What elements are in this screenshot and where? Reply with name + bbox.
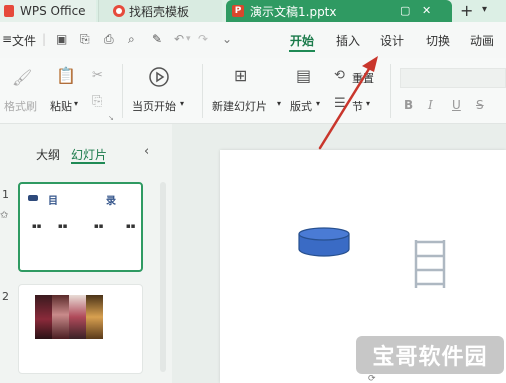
- annotation-arrow: [318, 56, 378, 150]
- watermark-logo: 宝哥软件园: [356, 336, 504, 374]
